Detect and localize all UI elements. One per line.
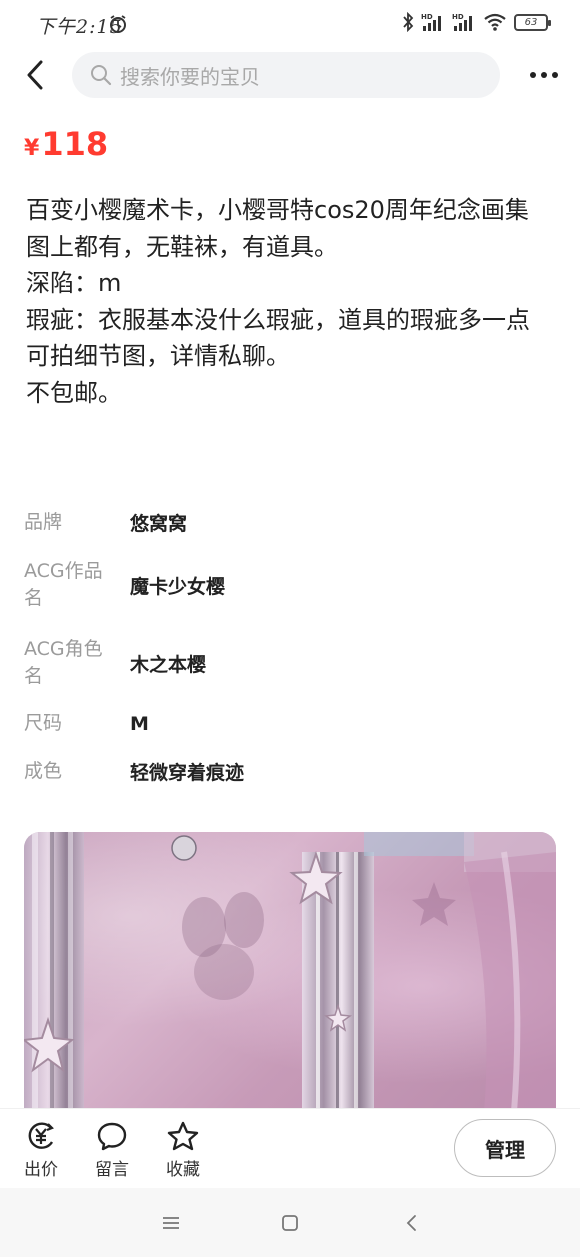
attr-key: 尺码 <box>24 712 63 734</box>
status-bar: 下午2:15 HD HD 63 <box>0 0 580 50</box>
attr-key: ACG作品名 <box>24 560 103 609</box>
favorite-button[interactable]: 收藏 <box>158 1121 208 1180</box>
search-input[interactable]: 搜索你要的宝贝 <box>72 52 500 98</box>
attr-value: M <box>130 712 149 735</box>
attr-row-brand: 品牌 悠窝窝 <box>24 509 187 536</box>
description-line: 可拍细节图，详情私聊。 <box>26 342 290 370</box>
description-line: 深陷：m <box>26 269 122 297</box>
battery-icon: 63 <box>514 13 551 31</box>
comment-label: 留言 <box>95 1160 129 1180</box>
photo-content <box>24 832 556 1112</box>
alarm-icon <box>110 15 126 33</box>
more-dots-icon <box>552 72 558 78</box>
yen-coin-icon <box>28 1122 54 1149</box>
system-nav-bar <box>0 1188 580 1257</box>
attr-key: 成色 <box>24 760 63 782</box>
attr-value: 木之本樱 <box>130 653 207 676</box>
description-line: 百变小樱魔术卡，小樱哥特cos20周年纪念画集 <box>26 196 529 224</box>
bid-button[interactable]: 出价 <box>16 1121 66 1180</box>
manage-button[interactable]: 管理 <box>454 1119 556 1177</box>
battery-level: 63 <box>524 16 538 28</box>
menu-icon[interactable] <box>158 1210 184 1236</box>
signal-hd-icon: HD <box>452 13 472 31</box>
attr-row-condition: 成色 轻微穿着痕迹 <box>24 758 244 785</box>
more-dots-icon <box>530 72 536 78</box>
comment-bubble-icon <box>97 1122 127 1151</box>
wifi-icon <box>484 13 506 31</box>
description-line: 不包邮。 <box>26 378 122 407</box>
more-options-button[interactable] <box>526 62 562 88</box>
status-icons: HD HD 63 <box>402 12 551 32</box>
product-photo[interactable] <box>24 832 556 1112</box>
description-line: 瑕疵：衣服基本没什么瑕疵，道具的瑕疵多一点 <box>26 305 530 334</box>
bottom-action-bar: 出价 留言 收藏 管理 <box>0 1108 580 1188</box>
back-icon[interactable] <box>398 1210 424 1236</box>
back-button[interactable] <box>20 58 50 92</box>
attr-row-acg-work: ACG作品名 魔卡少女樱 <box>24 558 225 612</box>
search-placeholder: 搜索你要的宝贝 <box>120 64 260 89</box>
item-price: ¥ 118 <box>24 125 108 163</box>
bluetooth-icon <box>403 12 414 32</box>
attr-value: 魔卡少女樱 <box>130 575 226 598</box>
comment-button[interactable]: 留言 <box>87 1121 137 1180</box>
attr-value: 悠窝窝 <box>130 513 188 535</box>
attr-key: ACG角色名 <box>24 638 103 687</box>
item-description: 百变小樱魔术卡，小樱哥特cos20周年纪念画集 图上都有，无鞋袜，有道具。 深陷… <box>26 192 556 411</box>
bid-label: 出价 <box>24 1160 58 1180</box>
favorite-label: 收藏 <box>166 1160 200 1180</box>
home-icon[interactable] <box>277 1210 303 1236</box>
price-currency: ¥ <box>24 136 40 161</box>
attr-row-acg-character: ACG角色名 木之本樱 <box>24 636 206 690</box>
top-nav: 搜索你要的宝贝 <box>0 50 580 100</box>
search-icon <box>91 65 112 86</box>
more-dots-icon <box>541 72 547 78</box>
back-arrow-icon <box>27 60 43 90</box>
signal-hd-icon: HD <box>421 13 441 31</box>
star-icon <box>167 1121 199 1151</box>
svg-text:HD: HD <box>421 13 433 21</box>
svg-text:HD: HD <box>452 13 464 21</box>
attr-row-size: 尺码 M <box>24 710 149 737</box>
attr-value: 轻微穿着痕迹 <box>130 762 245 784</box>
price-value: 118 <box>41 125 109 163</box>
description-line: 图上都有，无鞋袜，有道具。 <box>26 232 338 261</box>
attr-key: 品牌 <box>24 511 63 533</box>
